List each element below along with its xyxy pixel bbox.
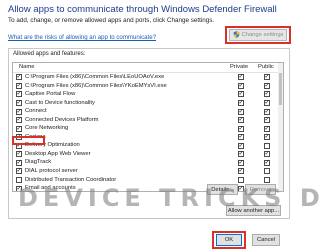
private-checkbox[interactable]: ✓	[238, 151, 244, 158]
enable-checkbox[interactable]: ✓	[16, 74, 22, 81]
app-name: DIAL protocol server	[25, 168, 78, 175]
list-item[interactable]: ✓ C:\Program Files (x86)\Common Files\LEo…	[13, 73, 283, 82]
enable-checkbox[interactable]: ✓	[16, 100, 22, 107]
public-checkbox[interactable]	[264, 142, 270, 149]
enable-checkbox[interactable]: ✓	[16, 168, 22, 175]
enable-checkbox[interactable]: ✓	[16, 125, 22, 132]
ok-button[interactable]: OK	[216, 234, 242, 246]
scrollbar-thumb[interactable]	[279, 73, 282, 105]
list-item[interactable]: ✓ Core Networking ✓ ✓	[13, 124, 283, 133]
enable-checkbox[interactable]: ✓	[16, 151, 22, 158]
private-checkbox[interactable]: ✓	[238, 74, 244, 81]
change-settings-label: Change settings	[241, 32, 284, 38]
public-checkbox[interactable]: ✓	[264, 82, 270, 89]
public-checkbox[interactable]: ✓	[264, 151, 270, 158]
list-item[interactable]: ✓ DiagTrack ✓ ✓	[13, 158, 283, 167]
private-checkbox[interactable]: ✓	[238, 125, 244, 132]
list-item[interactable]: ✓ Cortana ✓ ✓	[13, 133, 283, 142]
private-checkbox[interactable]: ✓	[238, 185, 244, 191]
private-checkbox[interactable]: ✓	[238, 168, 244, 175]
column-private[interactable]: Private	[230, 64, 248, 70]
public-checkbox[interactable]: ✓	[264, 91, 270, 98]
app-name: Connected Devices Platform	[25, 116, 99, 123]
instruction-text: To add, change, or remove allowed apps a…	[8, 17, 215, 24]
list-item[interactable]: ✓Email and accounts✓✓	[13, 184, 283, 192]
app-name: Captive Portal Flow	[25, 91, 76, 98]
list-rows: ✓ C:\Program Files (x86)\Common Files\LEo…	[13, 73, 283, 192]
app-name: Distributed Transaction Coordinator	[25, 176, 117, 183]
window-title: Allow apps to communicate through Window…	[8, 4, 277, 15]
public-checkbox[interactable]	[264, 176, 270, 183]
app-name: C:\Program Files (x86)\Common Files\YKoE…	[25, 82, 167, 89]
enable-checkbox[interactable]: ✓	[16, 142, 22, 149]
enable-checkbox[interactable]: ✓	[16, 117, 22, 124]
enable-checkbox[interactable]: ✓	[16, 134, 22, 141]
list-item[interactable]: ✓ Delivery Optimization ✓	[13, 141, 283, 150]
private-checkbox[interactable]: ✓	[238, 142, 244, 149]
enable-checkbox[interactable]: ✓	[16, 108, 22, 115]
list-item[interactable]: ✓ Connected Devices Platform ✓ ✓	[13, 116, 283, 125]
list-item[interactable]: ✓ Captive Portal Flow ✓ ✓	[13, 90, 283, 99]
app-name: Desktop App Web Viewer	[25, 150, 91, 157]
public-checkbox[interactable]: ✓	[264, 125, 270, 132]
enable-checkbox[interactable]: ✓	[16, 159, 22, 166]
list-item[interactable]: ✓ Desktop App Web Viewer ✓ ✓	[13, 150, 283, 159]
public-checkbox[interactable]: ✓	[264, 100, 270, 107]
public-checkbox[interactable]: ✓	[264, 117, 270, 124]
app-name: Delivery Optimization	[25, 142, 80, 149]
app-name: Core Networking	[25, 125, 69, 132]
private-checkbox[interactable]: ✓	[238, 159, 244, 166]
public-checkbox[interactable]: ✓	[264, 159, 270, 166]
app-name: Cortana	[25, 133, 46, 140]
app-name: Email and accounts	[25, 185, 76, 192]
cancel-button[interactable]: Cancel	[252, 234, 280, 246]
allowed-apps-group: Allowed apps and features: Name Private …	[8, 48, 290, 219]
enable-checkbox[interactable]: ✓	[16, 185, 22, 191]
private-checkbox[interactable]: ✓	[238, 82, 244, 89]
app-name: C:\Program Files (x86)\Common Files\LEoU…	[25, 74, 165, 80]
list-header: Name Private Public	[13, 63, 283, 73]
enable-checkbox[interactable]: ✓	[16, 91, 22, 98]
private-checkbox[interactable]: ✓	[238, 117, 244, 124]
list-item[interactable]: ✓ Cast to Device functionality ✓ ✓	[13, 99, 283, 108]
list-item[interactable]: ✓ Connect ✓ ✓	[13, 107, 283, 116]
list-item[interactable]: ✓ DIAL protocol server ✓	[13, 167, 283, 176]
public-checkbox[interactable]	[264, 168, 270, 175]
group-label: Allowed apps and features:	[13, 51, 86, 57]
private-checkbox[interactable]: ✓	[238, 100, 244, 107]
change-settings-button[interactable]: Change settings	[229, 29, 287, 41]
list-item[interactable]: ✓ C:\Program Files (x86)\Common Files\YKo…	[13, 82, 283, 91]
allow-another-app-button[interactable]: Allow another app...	[226, 205, 281, 216]
public-checkbox[interactable]: ✓	[264, 74, 270, 81]
column-public[interactable]: Public	[258, 64, 274, 70]
details-button[interactable]: Details...	[207, 184, 238, 195]
list-item[interactable]: Distributed Transaction Coordinator	[13, 176, 283, 185]
app-name: Connect	[25, 108, 47, 115]
risks-link[interactable]: What are the risks of allowing an app to…	[8, 34, 156, 41]
app-name: Cast to Device functionality	[25, 99, 95, 106]
remove-button[interactable]: Remove	[245, 184, 276, 195]
app-name: DiagTrack	[25, 159, 52, 166]
private-checkbox[interactable]: ✓	[238, 134, 244, 141]
shield-icon	[233, 30, 240, 40]
column-name[interactable]: Name	[19, 64, 34, 70]
private-checkbox[interactable]: ✓	[238, 108, 244, 115]
public-checkbox[interactable]: ✓	[264, 134, 270, 141]
list-scrollbar[interactable]	[278, 63, 283, 191]
apps-list: Name Private Public ✓ C:\Program Files (x…	[12, 62, 284, 192]
public-checkbox[interactable]: ✓	[264, 108, 270, 115]
enable-checkbox[interactable]	[16, 176, 22, 183]
private-checkbox[interactable]: ✓	[238, 91, 244, 98]
private-checkbox[interactable]	[238, 176, 244, 183]
enable-checkbox[interactable]: ✓	[16, 82, 22, 89]
